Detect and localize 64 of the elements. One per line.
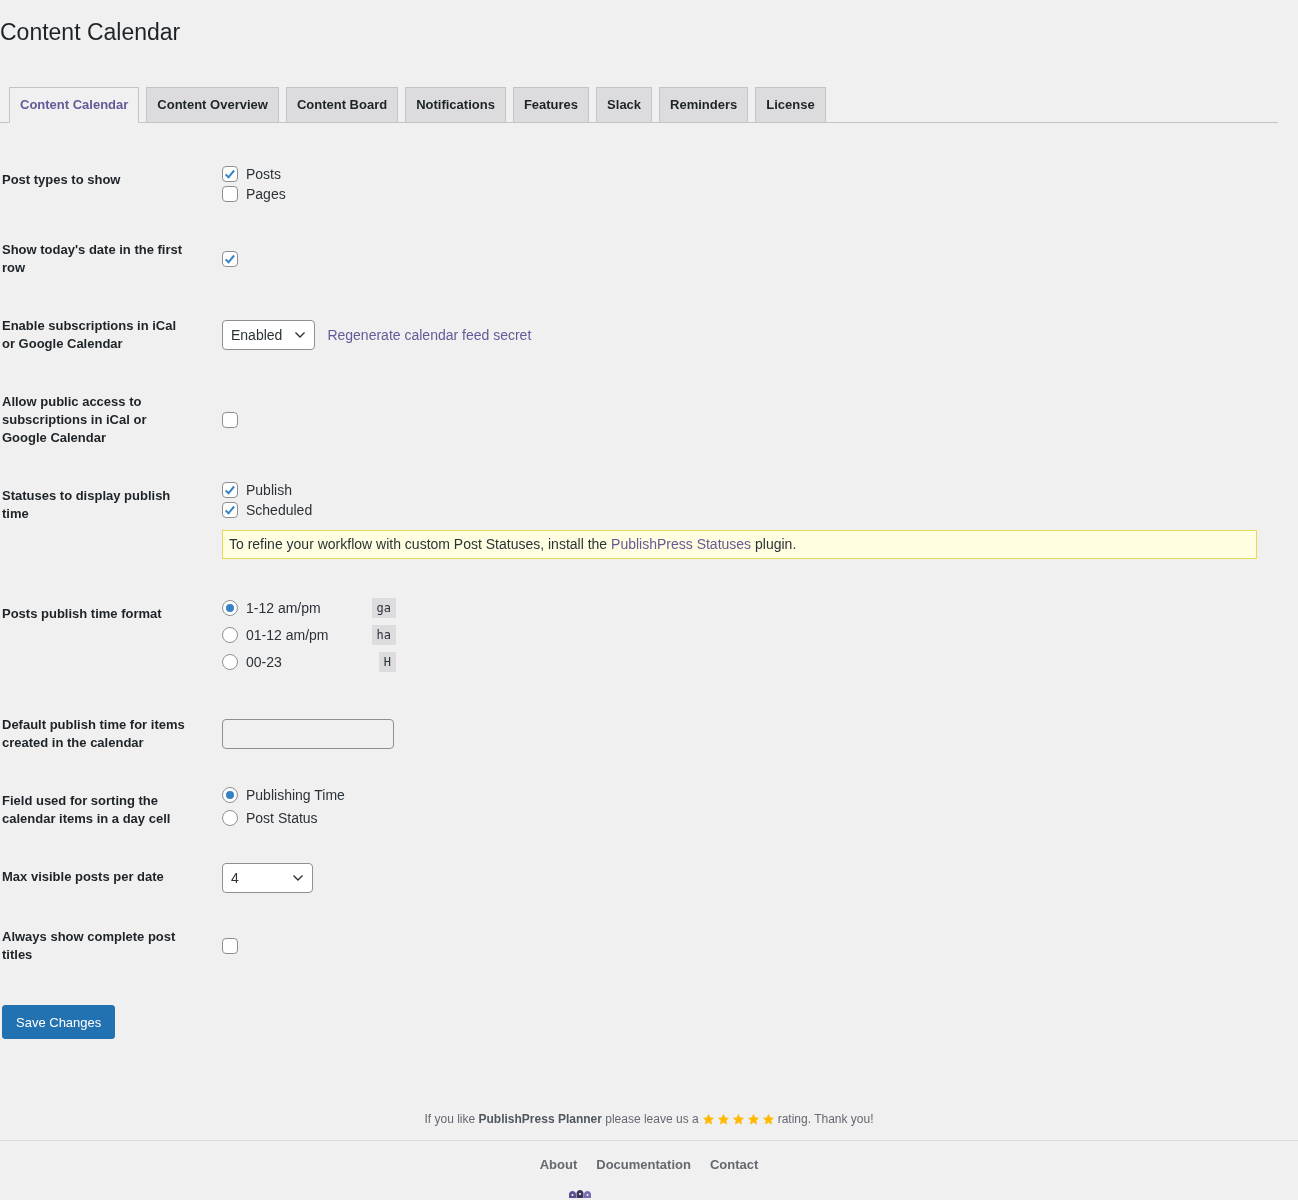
star-icon — [702, 1113, 714, 1125]
star-icon — [747, 1113, 759, 1125]
option-label: 1-12 am/pm — [246, 599, 321, 618]
checkbox[interactable] — [222, 482, 238, 498]
logo-icon — [568, 1190, 592, 1198]
option-label: Pages — [246, 185, 286, 204]
setting-label: Enable subscriptions in iCal or Google Calendar — [2, 317, 178, 353]
radio-button[interactable] — [222, 627, 238, 643]
dropdown[interactable]: 4 — [222, 863, 313, 893]
setting-label: Posts publish time format — [2, 605, 163, 623]
footer-link[interactable]: Contact — [709, 1157, 759, 1173]
tab[interactable]: Notifications — [405, 87, 506, 123]
checkbox[interactable] — [222, 938, 238, 954]
notice-message: To refine your workflow with custom Post Statuses, install the PublishPress Statuses plugin. — [222, 530, 1257, 559]
dropdown[interactable]: Enabled — [222, 320, 316, 350]
option-label: Publish — [246, 481, 292, 500]
setting-label: Allow public access to subscriptions in iCal or Google Calendar — [2, 393, 148, 447]
setting-label: Field used for sorting the calendar items in a day cell — [2, 792, 172, 828]
tab[interactable]: Reminders — [659, 87, 749, 123]
plugin-link[interactable]: PublishPress Statuses — [611, 536, 752, 552]
radio-button[interactable] — [222, 600, 238, 616]
setting-label: Show today's date in the first row — [2, 241, 184, 277]
radio-button[interactable] — [222, 654, 238, 670]
option-label: Scheduled — [246, 501, 313, 520]
thank-you-text: rating. Thank you! — [777, 1112, 874, 1126]
radio-button[interactable] — [222, 810, 238, 826]
setting-label: Max visible posts per date — [2, 868, 165, 886]
star-icon — [732, 1113, 744, 1125]
star-icon — [717, 1113, 729, 1125]
star-rating[interactable] — [702, 1113, 774, 1125]
option-label: 00-23 — [246, 653, 282, 672]
time-input-field[interactable] — [222, 719, 394, 749]
setting-label: Default publish time for items created in the calendar — [2, 716, 186, 752]
regenerate-link[interactable]: Regenerate calendar feed secret — [327, 327, 532, 343]
format-code: ga — [371, 598, 396, 618]
format-code: H — [378, 652, 396, 672]
footer-link[interactable]: Documentation — [596, 1157, 691, 1173]
checkbox[interactable] — [222, 412, 238, 428]
setting-label: Statuses to display publish time — [2, 487, 172, 523]
option-label: 01-12 am/pm — [246, 626, 329, 645]
checkbox[interactable] — [222, 186, 238, 202]
checkbox[interactable] — [222, 502, 238, 518]
tab[interactable]: Features — [512, 87, 590, 123]
rating-prompt-text: If you like PublishPress Planner please leave us a — [424, 1112, 699, 1126]
tab[interactable]: Content Calendar — [9, 87, 140, 123]
footer-link[interactable]: About — [539, 1157, 578, 1173]
chevron-down-icon — [294, 331, 307, 339]
setting-label: Post types to show — [2, 171, 122, 189]
checkbox[interactable] — [222, 251, 238, 267]
tab[interactable]: License — [755, 87, 826, 123]
star-icon — [762, 1113, 774, 1125]
tab[interactable]: Slack — [596, 87, 653, 123]
save-button[interactable]: Save Changes — [2, 1005, 116, 1039]
page-title: Content Calendar — [0, 18, 181, 47]
tab[interactable]: Content Overview — [146, 87, 279, 123]
option-label: Posts — [246, 165, 281, 184]
radio-button[interactable] — [222, 787, 238, 803]
setting-label: Always show complete post titles — [2, 928, 177, 964]
format-code: ha — [371, 625, 396, 645]
tab[interactable]: Content Board — [285, 87, 399, 123]
option-label: Publishing Time — [246, 786, 345, 805]
chevron-down-icon — [292, 874, 304, 882]
option-label: Post Status — [246, 809, 318, 828]
checkbox[interactable] — [222, 166, 238, 182]
